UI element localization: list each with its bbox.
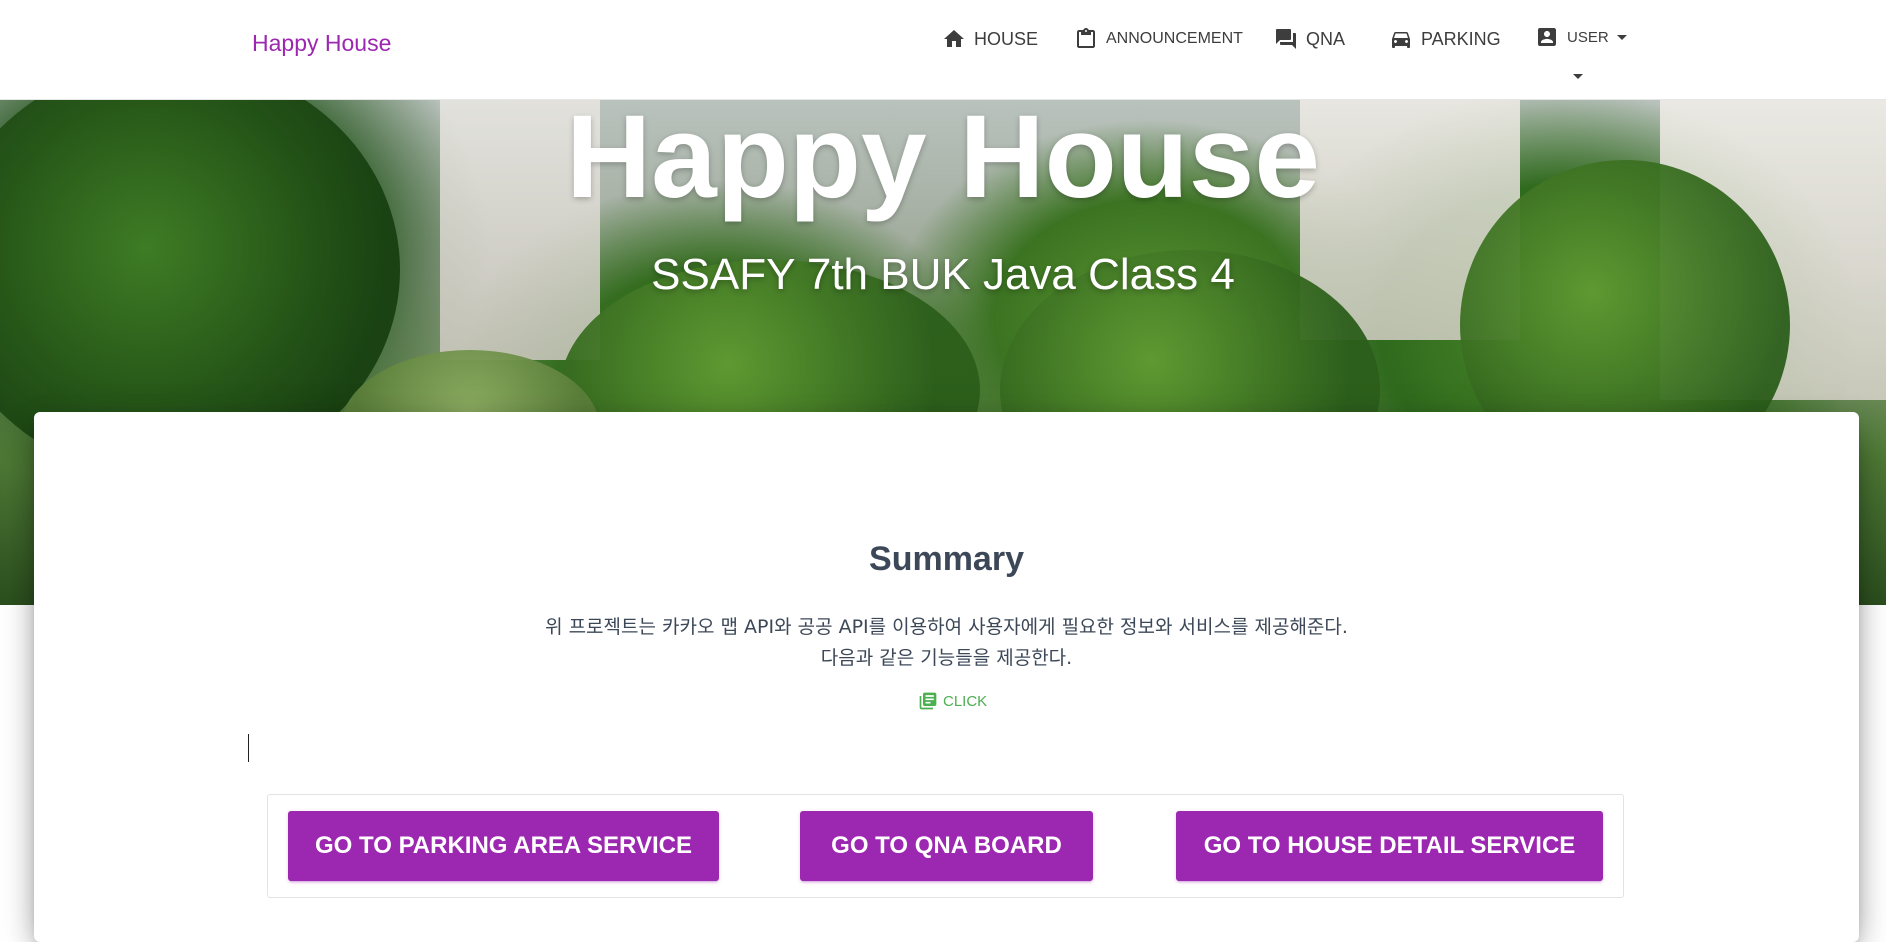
nav-item-label: ANNOUNCEMENT xyxy=(1106,30,1243,47)
click-link[interactable]: CLICK xyxy=(918,691,987,711)
summary-description-line: 다음과 같은 기능들을 제공한다. xyxy=(820,647,1073,669)
summary-description-line: 위 프로젝트는 카카오 맵 API와 공공 API를 이용하여 사용자에게 필요… xyxy=(545,616,1348,638)
hero-title: Happy House xyxy=(565,91,1321,223)
top-navbar: Happy House HOUSE ANNOUNCEMENT QNA PARKI… xyxy=(0,0,1886,100)
nav-item-announcement[interactable]: ANNOUNCEMENT xyxy=(1074,24,1243,54)
brand-logo-link[interactable]: Happy House xyxy=(252,30,391,57)
nav-item-user-dropdown[interactable]: USER xyxy=(1535,22,1627,52)
main-content-card: Summary 위 프로젝트는 카카오 맵 API와 공공 API를 이용하여 … xyxy=(34,412,1859,942)
chevron-down-icon xyxy=(1616,34,1627,40)
nav-item-label: HOUSE xyxy=(974,28,1039,49)
go-to-parking-button[interactable]: GO TO PARKING AREA SERVICE xyxy=(288,811,719,881)
go-to-qna-button[interactable]: GO TO QNA BOARD xyxy=(800,811,1093,881)
chevron-down-icon[interactable] xyxy=(1573,74,1583,79)
library-books-icon xyxy=(919,692,937,710)
clipboard-icon xyxy=(1077,28,1095,48)
nav-item-house[interactable]: HOUSE xyxy=(942,24,1038,54)
forum-icon xyxy=(1276,29,1296,49)
nav-item-label: USER xyxy=(1567,28,1609,46)
nav-item-label: QNA xyxy=(1306,28,1346,49)
nav-item-label: PARKING xyxy=(1421,28,1501,49)
hero-subtitle: SSAFY 7th BUK Java Class 4 xyxy=(651,250,1235,299)
summary-title: Summary xyxy=(869,540,1024,578)
go-to-house-detail-button[interactable]: GO TO HOUSE DETAIL SERVICE xyxy=(1176,811,1603,881)
account-box-icon xyxy=(1538,28,1556,46)
nav-item-parking[interactable]: PARKING xyxy=(1389,24,1501,54)
home-icon xyxy=(944,30,964,47)
nav-item-qna[interactable]: QNA xyxy=(1274,24,1345,54)
service-buttons-panel: GO TO PARKING AREA SERVICE GO TO QNA BOA… xyxy=(267,794,1624,898)
car-icon xyxy=(1392,32,1410,48)
click-link-label: CLICK xyxy=(943,692,988,710)
text-cursor xyxy=(248,734,249,762)
